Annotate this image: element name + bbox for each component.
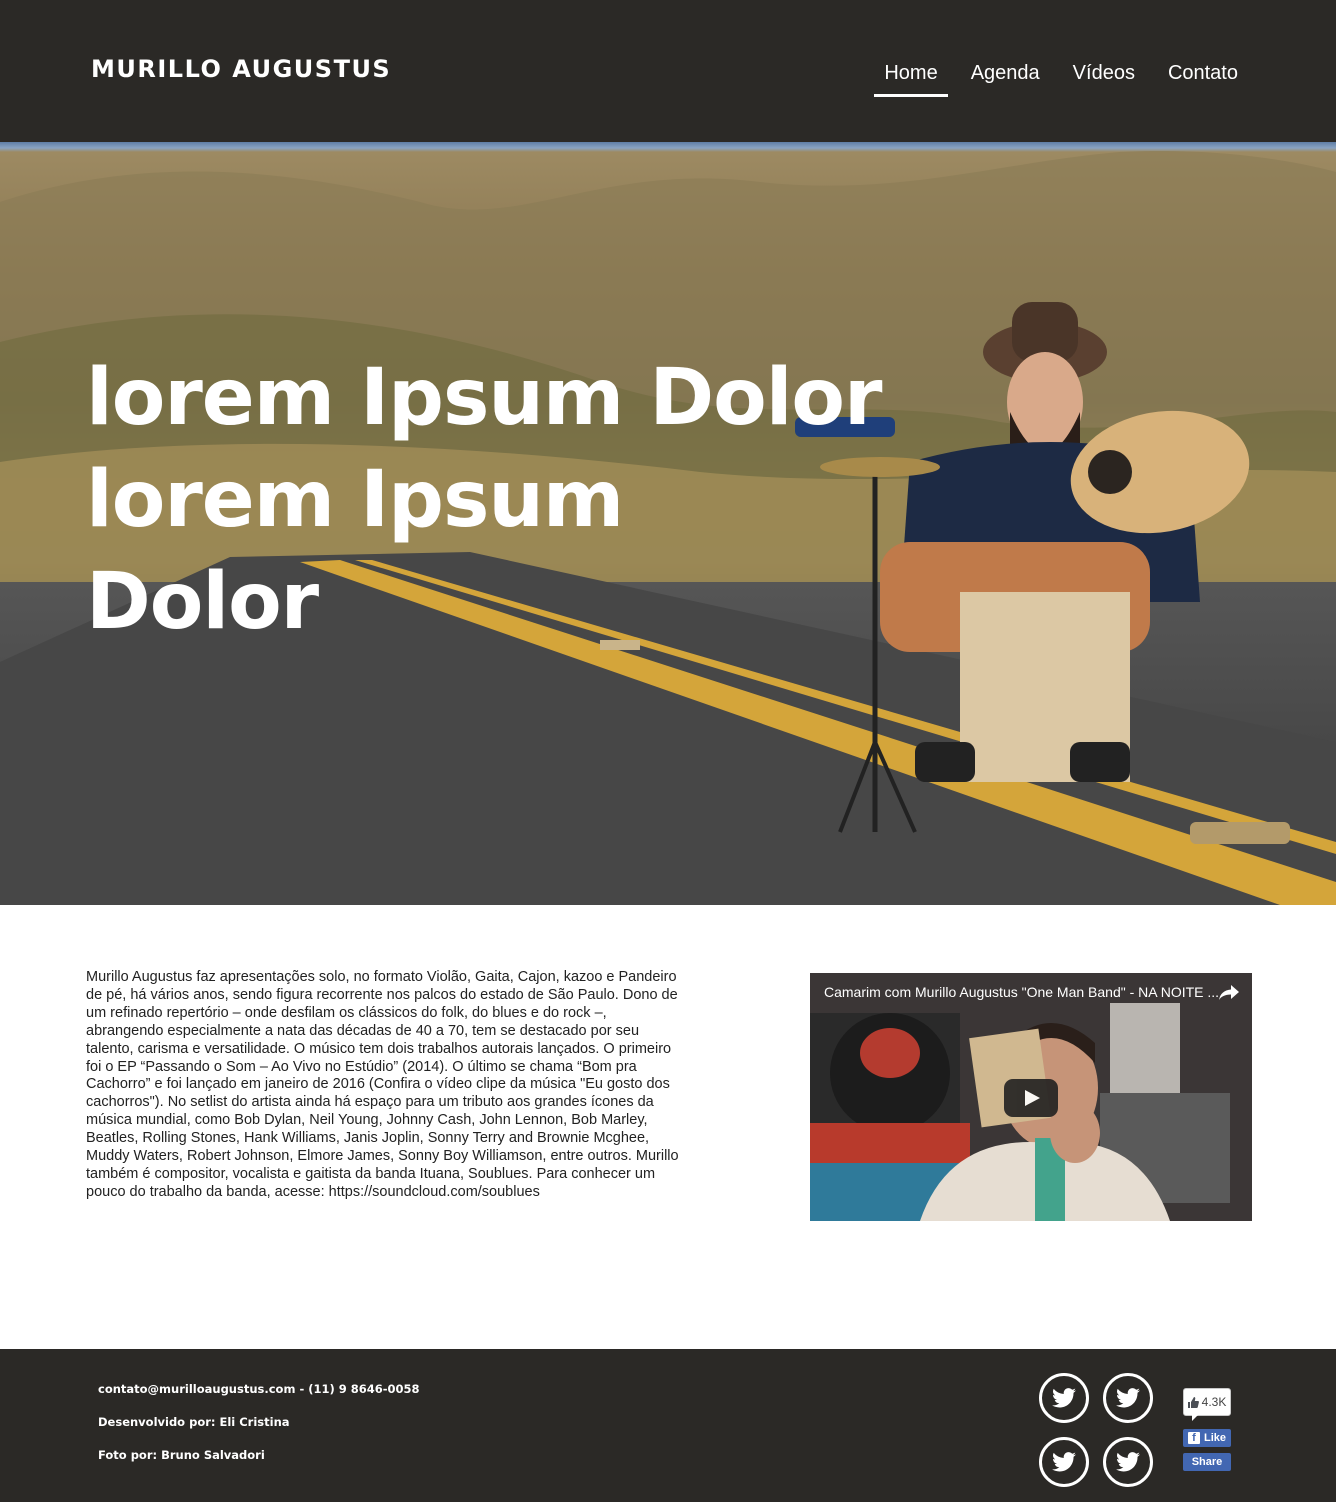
twitter-icon[interactable] (1039, 1437, 1089, 1487)
twitter-icon[interactable] (1103, 1373, 1153, 1423)
site-logo[interactable]: MURILLO AUGUSTUS (91, 55, 391, 83)
facebook-icon: f (1187, 1432, 1200, 1444)
hero-title: lorem Ipsum Dolor lorem Ipsum Dolor (86, 347, 883, 653)
youtube-embed[interactable]: Camarim com Murillo Augustus "One Man Ba… (810, 973, 1252, 1221)
facebook-share-button[interactable]: Share (1183, 1453, 1231, 1471)
facebook-share-label: Share (1191, 1456, 1223, 1468)
twitter-icon[interactable] (1103, 1437, 1153, 1487)
footer-contact: contato@murilloaugustus.com - (11) 9 864… (98, 1382, 420, 1396)
hero-title-line: lorem Ipsum (86, 455, 624, 545)
like-count-value: 4.3K (1201, 1395, 1227, 1409)
artist-bio: Murillo Augustus faz apresentações solo,… (86, 969, 679, 1200)
facebook-like-label: Like (1203, 1432, 1226, 1444)
nav-videos[interactable]: Vídeos (1073, 62, 1135, 97)
nav-agenda[interactable]: Agenda (971, 62, 1040, 97)
facebook-like-count: 4.3K (1183, 1388, 1231, 1421)
video-title[interactable]: Camarim com Murillo Augustus "One Man Ba… (824, 984, 1224, 1000)
facebook-like-button[interactable]: f Like (1183, 1429, 1231, 1447)
hero-title-line: lorem Ipsum Dolor (86, 353, 883, 443)
hero-banner: lorem Ipsum Dolor lorem Ipsum Dolor (0, 142, 1336, 905)
thumbs-up-icon (1187, 1396, 1199, 1408)
share-icon[interactable] (1218, 982, 1240, 1002)
twitter-icon[interactable] (1039, 1373, 1089, 1423)
play-icon[interactable] (1004, 1079, 1058, 1117)
footer-photo-credit: Foto por: Bruno Salvadori (98, 1448, 265, 1462)
hero-title-line: Dolor (86, 557, 319, 647)
main-nav: Home Agenda Vídeos Contato (851, 62, 1238, 97)
footer-developer-credit: Desenvolvido por: Eli Cristina (98, 1415, 290, 1429)
site-header: MURILLO AUGUSTUS Home Agenda Vídeos Cont… (0, 0, 1336, 142)
nav-home[interactable]: Home (874, 62, 949, 97)
nav-contato[interactable]: Contato (1168, 62, 1238, 97)
